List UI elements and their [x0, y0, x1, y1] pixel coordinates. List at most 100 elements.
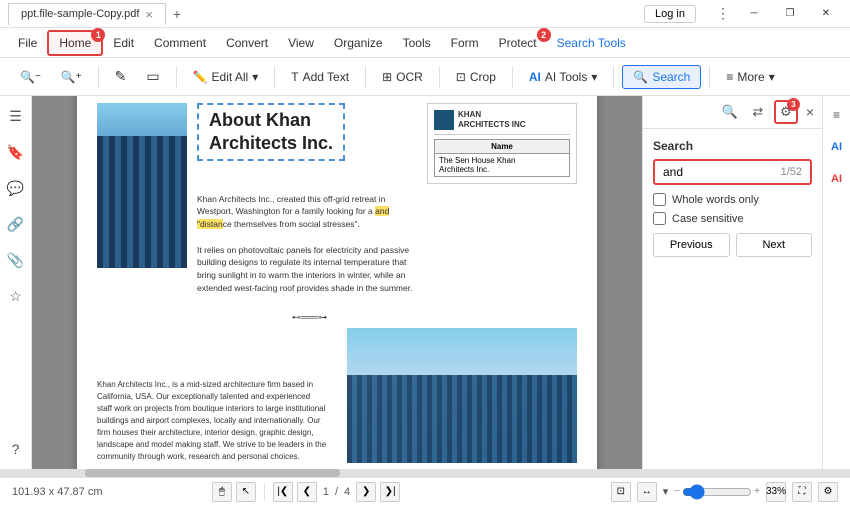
zoom-in-plus: +	[76, 71, 82, 82]
previous-button[interactable]: Previous	[653, 233, 730, 257]
whole-words-checkbox-row[interactable]: Whole words only	[653, 193, 812, 206]
search-panel-header: 🔍 ⇄ ⚙ 3 ×	[643, 96, 822, 129]
add-text-button[interactable]: T Add Text	[283, 66, 357, 88]
add-text-icon: T	[291, 70, 298, 84]
highlight-button[interactable]: ✎	[107, 64, 135, 89]
panel-options-icon[interactable]: ⚙ 3	[774, 100, 798, 124]
zoom-slider-container: − +	[674, 484, 760, 500]
menu-convert[interactable]: Convert	[216, 32, 278, 54]
ai-tools-button[interactable]: AI AI Tools ▾	[521, 66, 606, 88]
pdf-info-table: Name The Sen House KhanArchitects Inc.	[434, 139, 570, 177]
menu-view[interactable]: View	[278, 32, 324, 54]
search-input[interactable]	[663, 165, 781, 179]
menu-form[interactable]: Form	[441, 32, 489, 54]
zoom-percent: 33%	[766, 486, 786, 497]
separator-1	[98, 66, 99, 88]
status-separator	[264, 484, 265, 500]
far-right-sidebar: ≡ AI AI	[822, 96, 850, 469]
table-cell-name: The Sen House KhanArchitects Inc.	[435, 153, 570, 176]
zoom-plus-icon[interactable]: +	[754, 486, 760, 497]
more-icon[interactable]: ⋮	[712, 5, 734, 22]
zoom-slider[interactable]	[682, 484, 752, 500]
pdf-title: About KhanArchitects Inc.	[197, 103, 345, 162]
new-tab-button[interactable]: +	[166, 3, 188, 25]
sidebar-item-bookmark[interactable]: 🔖	[4, 140, 28, 164]
zoom-in-button[interactable]: 🔍 +	[53, 66, 90, 88]
ocr-icon: ⊞	[382, 70, 392, 84]
pdf-title-area: About KhanArchitects Inc.	[197, 103, 345, 162]
zoom-out-minus: −	[35, 71, 41, 82]
close-button[interactable]: ✕	[810, 4, 842, 24]
content-area: About KhanArchitects Inc. KHANARCHITECTS…	[32, 96, 642, 469]
ai-dropdown-icon: ▾	[591, 70, 597, 84]
page-separator: /	[335, 486, 338, 498]
settings-button[interactable]: ⚙	[818, 482, 838, 502]
sidebar-item-help[interactable]: ?	[4, 437, 28, 461]
rect-button[interactable]: ▭	[138, 64, 167, 89]
edit-all-button[interactable]: ✏️ Edit All ▾	[185, 66, 267, 88]
cursor-icon[interactable]: 🖱	[212, 482, 232, 502]
zoom-percent-button[interactable]: 33%	[766, 482, 786, 502]
building-left-image	[97, 103, 187, 268]
next-page-button[interactable]: ❯	[356, 482, 376, 502]
panel-search-icon[interactable]: 🔍	[718, 100, 742, 124]
prev-page-button[interactable]: ❮	[297, 482, 317, 502]
crop-icon: ⊡	[456, 70, 466, 84]
search-button[interactable]: 🔍 Search	[622, 65, 701, 89]
divider-symbol: ⊷═══⊶	[197, 311, 422, 324]
pointer-icon[interactable]: ↖	[236, 482, 256, 502]
menu-organize[interactable]: Organize	[324, 32, 393, 54]
zoom-down-icon[interactable]: ▾	[663, 485, 669, 498]
sidebar-item-link[interactable]: 🔗	[4, 212, 28, 236]
menubar: File Home 1 Edit Comment Convert View Or…	[0, 28, 850, 58]
sidebar-item-attach[interactable]: 📎	[4, 248, 28, 272]
more-tools-button[interactable]: ≡ More ▾	[718, 66, 782, 88]
first-page-button[interactable]: |❮	[273, 482, 293, 502]
fit-page-button[interactable]: ⊡	[611, 482, 631, 502]
sidebar-item-menu[interactable]: ☰	[4, 104, 28, 128]
separator-3	[274, 66, 275, 88]
pdf-page: About KhanArchitects Inc. KHANARCHITECTS…	[77, 96, 597, 469]
rect-icon: ▭	[146, 68, 159, 85]
next-button[interactable]: Next	[736, 233, 813, 257]
menu-edit[interactable]: Edit	[103, 32, 144, 54]
crop-button[interactable]: ⊡ Crop	[448, 66, 504, 88]
horizontal-scrollbar[interactable]	[0, 469, 850, 477]
whole-words-checkbox[interactable]	[653, 193, 666, 206]
far-right-icon-ai1[interactable]: AI	[826, 136, 848, 158]
fit-width-button[interactable]: ↔	[637, 482, 657, 502]
separator-5	[439, 66, 440, 88]
sidebar-item-star[interactable]: ☆	[4, 284, 28, 308]
zoom-minus-icon[interactable]: −	[674, 486, 680, 497]
fullscreen-button[interactable]: ⛶	[792, 482, 812, 502]
case-sensitive-label: Case sensitive	[672, 213, 744, 225]
minimize-button[interactable]: ─	[738, 4, 770, 24]
tab-title: ppt.file-sample-Copy.pdf	[21, 8, 139, 20]
far-right-icon-menu[interactable]: ≡	[826, 104, 848, 126]
menu-file[interactable]: File	[8, 32, 47, 54]
last-page-button[interactable]: ❯|	[380, 482, 400, 502]
table-header-name: Name	[435, 139, 570, 153]
sidebar-item-comment[interactable]: 💬	[4, 176, 28, 200]
logo-text: KHANARCHITECTS INC	[458, 110, 526, 129]
menu-tools[interactable]: Tools	[393, 32, 441, 54]
menu-comment[interactable]: Comment	[144, 32, 216, 54]
login-button[interactable]: Log in	[644, 5, 696, 23]
menu-home[interactable]: Home 1	[47, 30, 103, 56]
restore-button[interactable]: ❐	[774, 4, 806, 24]
more-dropdown-icon: ▾	[769, 70, 775, 84]
separator-7	[613, 66, 614, 88]
title-tab[interactable]: ppt.file-sample-Copy.pdf ×	[8, 3, 166, 25]
ai-icon: AI	[529, 70, 541, 84]
left-sidebar: ☰ 🔖 💬 🔗 📎 ☆ ?	[0, 96, 32, 469]
menu-protect[interactable]: Protect 2	[489, 32, 547, 54]
case-sensitive-checkbox-row[interactable]: Case sensitive	[653, 212, 812, 225]
close-search-panel[interactable]: ×	[806, 104, 814, 120]
zoom-out-button[interactable]: 🔍 −	[12, 66, 49, 88]
panel-replace-icon[interactable]: ⇄	[746, 100, 770, 124]
close-tab-btn[interactable]: ×	[145, 7, 153, 22]
menu-search-tools[interactable]: Search Tools	[547, 32, 636, 54]
case-sensitive-checkbox[interactable]	[653, 212, 666, 225]
far-right-icon-ai2[interactable]: AI	[826, 168, 848, 190]
ocr-button[interactable]: ⊞ OCR	[374, 66, 431, 88]
